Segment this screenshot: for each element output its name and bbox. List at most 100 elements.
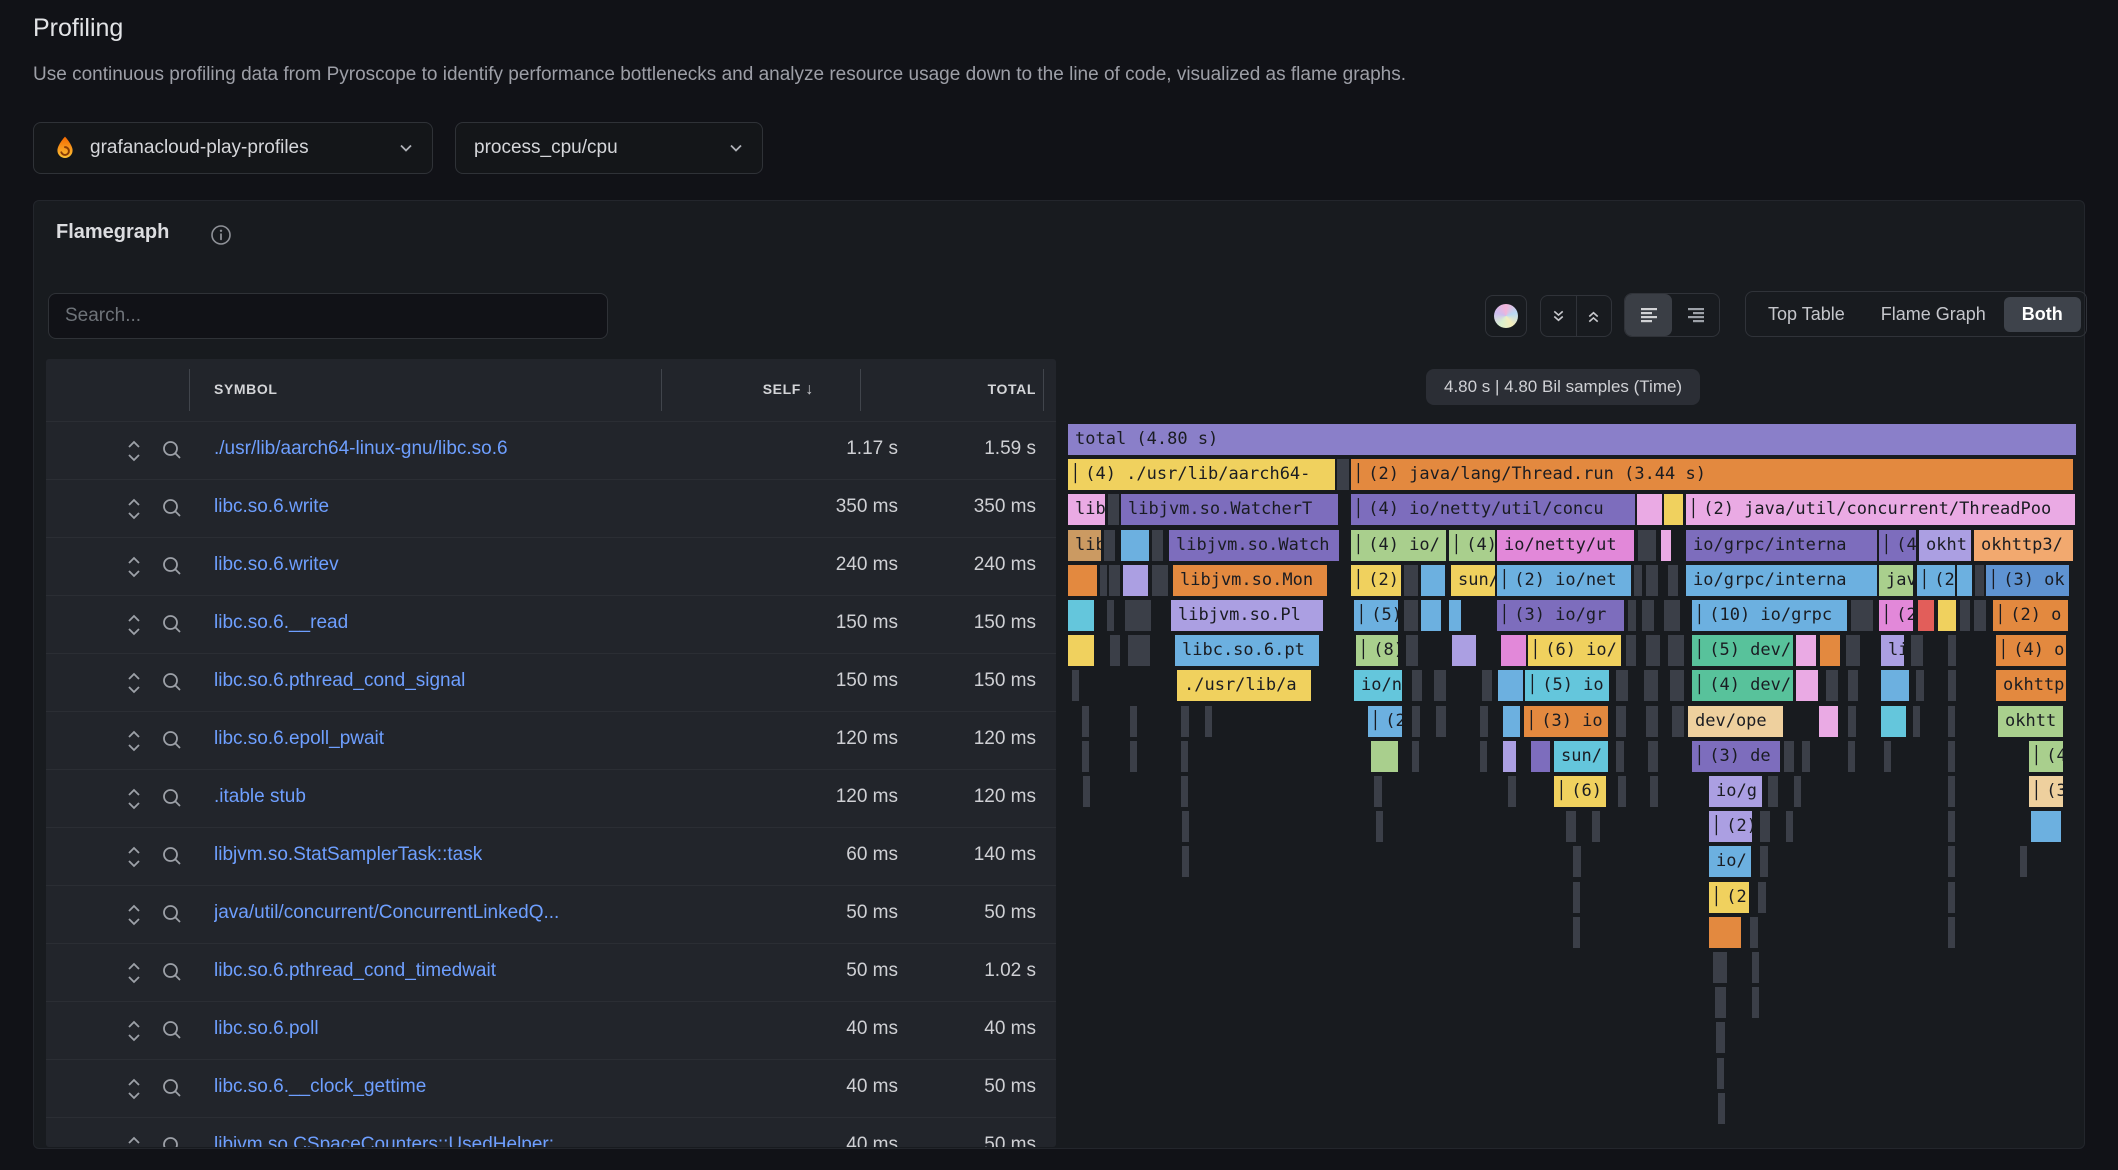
table-row[interactable]: java/util/concurrent/ConcurrentLinkedQ..…: [46, 885, 1056, 943]
flame-bar[interactable]: [1948, 811, 1955, 842]
table-row[interactable]: libc.so.6.writev 240 ms 240 ms: [46, 537, 1056, 595]
flame-bar[interactable]: [1128, 635, 1150, 666]
flame-bar[interactable]: [1449, 600, 1461, 631]
flame-bar[interactable]: [1648, 741, 1658, 772]
flame-bar[interactable]: [1752, 987, 1759, 1018]
flame-bar[interactable]: [1713, 952, 1727, 983]
flame-bar[interactable]: [1152, 530, 1163, 561]
flame-bar[interactable]: [1650, 776, 1658, 807]
search-symbol-icon[interactable]: [161, 1019, 183, 1041]
flame-bar[interactable]: [1881, 670, 1909, 701]
flame-bar[interactable]: [2031, 811, 2061, 842]
flame-bar[interactable]: io/: [1709, 846, 1751, 877]
flame-bar[interactable]: [1796, 635, 1816, 666]
flame-bar[interactable]: [1376, 811, 1383, 842]
expand-row-icon[interactable]: [126, 671, 142, 695]
flame-bar[interactable]: [1503, 706, 1520, 737]
expand-row-icon[interactable]: [126, 613, 142, 637]
flame-bar[interactable]: [1634, 565, 1642, 596]
flame-bar[interactable]: [1618, 776, 1626, 807]
flame-bar[interactable]: [1717, 1058, 1724, 1089]
flame-bar[interactable]: [1100, 565, 1107, 596]
align-left-button[interactable]: [1625, 294, 1672, 336]
flame-bar[interactable]: [1957, 565, 1972, 596]
flame-bar[interactable]: libjvm.so.Mon: [1173, 565, 1327, 596]
column-resize-handle[interactable]: [661, 369, 662, 411]
flame-bar[interactable]: [1938, 600, 1956, 631]
view-mode-both[interactable]: Both: [2004, 297, 2081, 332]
flame-bar[interactable]: [1616, 741, 1624, 772]
flame-bar[interactable]: [2020, 846, 2027, 877]
table-row[interactable]: libc.so.6.pthread_cond_signal 150 ms 150…: [46, 653, 1056, 711]
flame-bar[interactable]: [1573, 846, 1581, 877]
search-symbol-icon[interactable]: [161, 729, 183, 751]
flame-bar[interactable]: ▏(5) dev/: [1692, 635, 1793, 666]
flame-bar[interactable]: [1661, 530, 1671, 561]
expand-all-button[interactable]: [1576, 296, 1612, 336]
flame-bar[interactable]: [1503, 741, 1516, 772]
flame-bar[interactable]: [1975, 565, 1984, 596]
flame-bar[interactable]: sun/: [1451, 565, 1495, 596]
flame-bar[interactable]: ▏(4) o: [1996, 635, 2066, 666]
flame-bar[interactable]: [1848, 706, 1856, 737]
flame-bar[interactable]: [1974, 600, 1986, 631]
flame-bar[interactable]: [1911, 635, 1923, 666]
flame-bar[interactable]: [1851, 600, 1873, 631]
expand-row-icon[interactable]: [126, 961, 142, 985]
flame-bar[interactable]: [1646, 635, 1660, 666]
expand-row-icon[interactable]: [126, 439, 142, 463]
flame-bar[interactable]: ▏(4) io/netty/util/concu: [1351, 494, 1635, 525]
flame-bar[interactable]: ▏(2) java/lang/Thread.run (3.44 s): [1351, 459, 2073, 490]
flame-bar[interactable]: [1718, 1093, 1725, 1124]
flame-bar[interactable]: okhttp: [1996, 670, 2066, 701]
profile-type-select[interactable]: process_cpu/cpu: [455, 122, 763, 174]
flame-bar[interactable]: [1082, 706, 1089, 737]
flame-bar[interactable]: [1664, 600, 1680, 631]
search-symbol-icon[interactable]: [161, 555, 183, 577]
symbol-link[interactable]: libc.so.6.__read: [214, 612, 348, 634]
flame-bar[interactable]: [1181, 776, 1188, 807]
flame-bar[interactable]: [1125, 600, 1151, 631]
symbol-link[interactable]: libjvm.so.StatSamplerTask::task: [214, 844, 482, 866]
flame-bar[interactable]: [1452, 635, 1476, 666]
column-header-self[interactable]: SELF ↓: [763, 381, 814, 399]
flame-bar[interactable]: [1626, 635, 1636, 666]
flame-bar[interactable]: okht: [1919, 530, 1971, 561]
flame-bar[interactable]: [1107, 600, 1114, 631]
flame-bar[interactable]: [1566, 811, 1576, 842]
flame-bar[interactable]: [1758, 882, 1766, 913]
flame-bar[interactable]: ▏(5) io: [1525, 670, 1609, 701]
flame-bar[interactable]: [1072, 670, 1079, 701]
flame-bar[interactable]: [1110, 635, 1120, 666]
flame-bar[interactable]: [1068, 565, 1097, 596]
flame-bar[interactable]: [1918, 600, 1934, 631]
flame-bar[interactable]: [1616, 706, 1626, 737]
search-symbol-icon[interactable]: [161, 1077, 183, 1099]
flame-bar[interactable]: libc.so.6.pt: [1175, 635, 1319, 666]
flame-bar[interactable]: [1768, 776, 1778, 807]
expand-row-icon[interactable]: [126, 787, 142, 811]
view-mode-flame-graph[interactable]: Flame Graph: [1863, 297, 2004, 332]
flame-bar[interactable]: [1205, 706, 1212, 737]
flame-bar[interactable]: [1130, 741, 1137, 772]
flame-bar[interactable]: [1083, 776, 1090, 807]
flame-bar[interactable]: [1404, 600, 1418, 631]
flame-bar[interactable]: lib: [1068, 494, 1105, 525]
flame-bar[interactable]: [1948, 917, 1955, 948]
flame-bar[interactable]: [1628, 600, 1636, 631]
table-row[interactable]: libjvm.so.StatSamplerTask::task 60 ms 14…: [46, 827, 1056, 885]
expand-row-icon[interactable]: [126, 497, 142, 521]
flame-bar[interactable]: [1482, 670, 1492, 701]
flame-bar[interactable]: [1646, 706, 1658, 737]
flame-bar[interactable]: okhttp3/: [1974, 530, 2073, 561]
flame-bar[interactable]: [1820, 635, 1840, 666]
flame-bar[interactable]: [1846, 635, 1860, 666]
flame-bar[interactable]: ▏(2: [1368, 706, 1402, 737]
flame-bar[interactable]: [1123, 565, 1148, 596]
flame-bar[interactable]: [1786, 811, 1793, 842]
flame-bar[interactable]: [1374, 776, 1382, 807]
table-row[interactable]: libc.so.6.__read 150 ms 150 ms: [46, 595, 1056, 653]
flame-bar[interactable]: [1434, 670, 1446, 701]
flame-bar[interactable]: ▏(2): [1709, 811, 1752, 842]
flame-bar[interactable]: lib: [1068, 530, 1101, 561]
